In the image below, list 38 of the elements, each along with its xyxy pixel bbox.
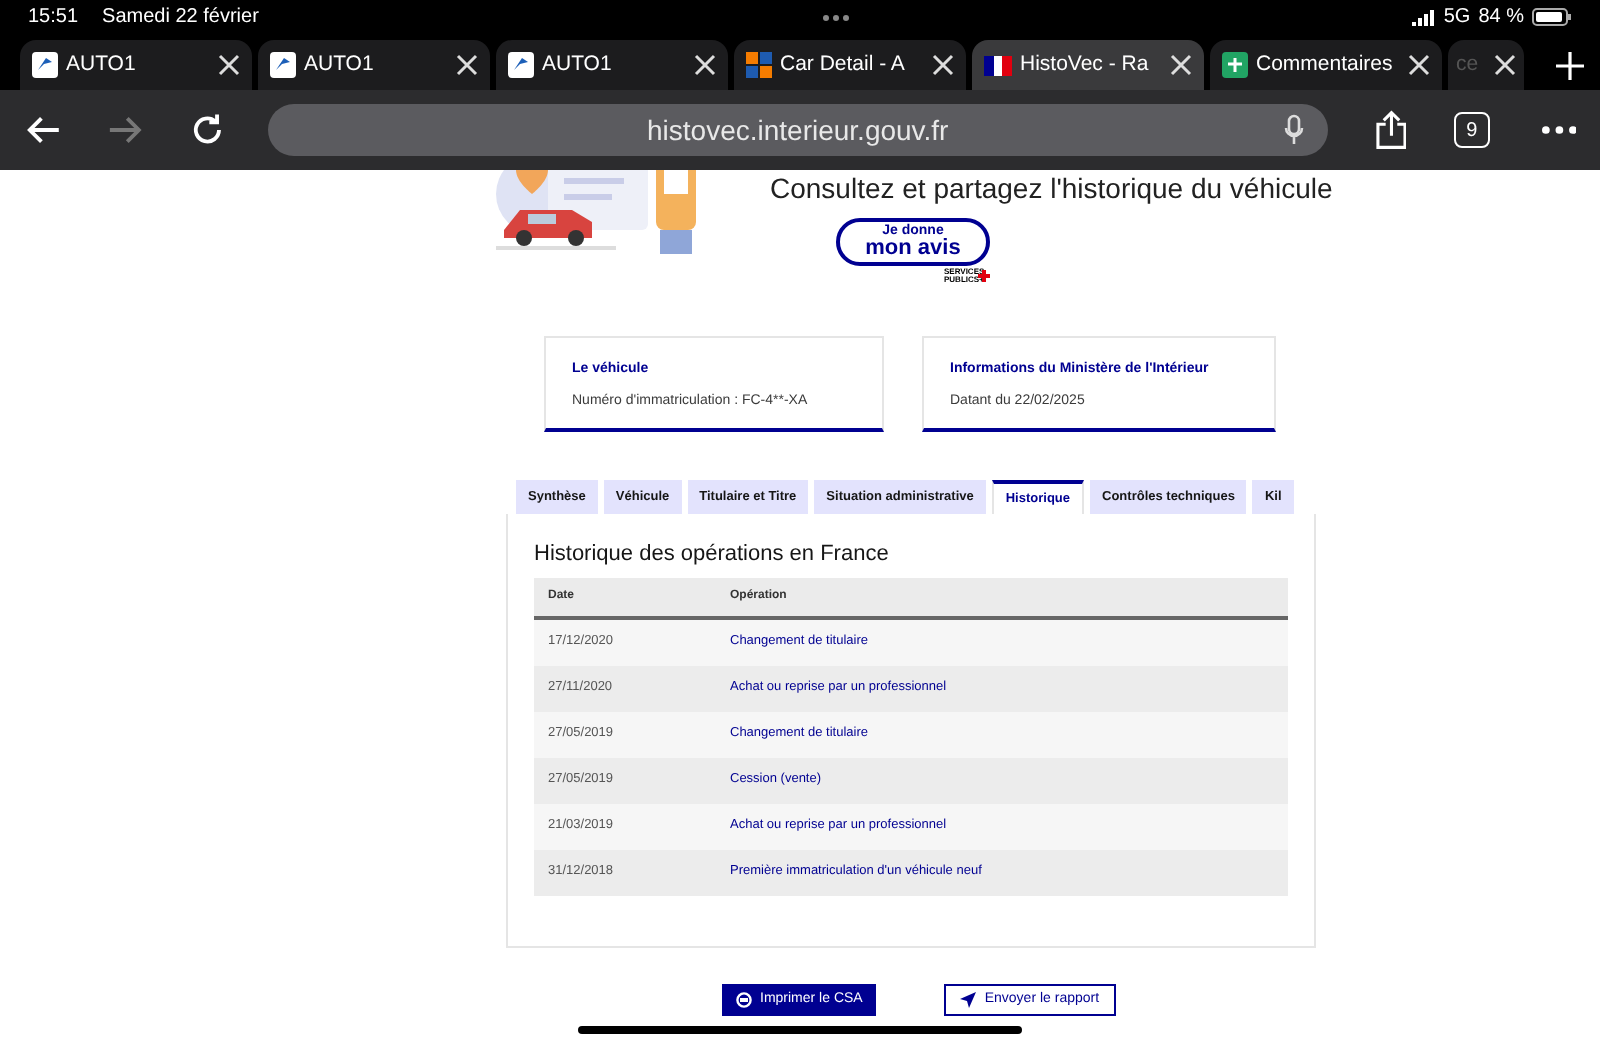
- microphone-icon[interactable]: [1283, 114, 1304, 146]
- reload-icon[interactable]: [189, 112, 225, 148]
- signal-icon: [1411, 9, 1436, 25]
- flag-icon: [984, 55, 1012, 75]
- battery-level: 84 %: [1478, 4, 1524, 32]
- address-bar[interactable]: histovec.interieur.gouv.fr: [268, 104, 1328, 156]
- close-icon[interactable]: [456, 54, 478, 76]
- browser-tab[interactable]: Car Detail - A: [734, 40, 966, 90]
- status-date: Samedi 22 février: [102, 4, 259, 32]
- send-icon: [960, 992, 977, 1008]
- page-heading: Consultez et partagez l'historique du véhicule: [770, 170, 1333, 206]
- squares-logo-icon: [746, 52, 772, 78]
- browser-tab[interactable]: Commentaires: [1210, 40, 1442, 90]
- share-icon[interactable]: [1375, 110, 1407, 150]
- close-icon[interactable]: [1494, 54, 1516, 76]
- arrow-logo-icon: [32, 52, 58, 78]
- close-icon[interactable]: [218, 54, 240, 76]
- browser-tab[interactable]: AUTO1: [496, 40, 728, 90]
- browser-tab[interactable]: AUTO1: [20, 40, 252, 90]
- more-icon[interactable]: [821, 13, 850, 21]
- network-type: 5G: [1443, 4, 1471, 32]
- close-icon[interactable]: [694, 54, 716, 76]
- spreadsheet-icon: [1222, 52, 1248, 78]
- back-icon[interactable]: [24, 114, 63, 146]
- browser-tab[interactable]: HistoVec - Ra: [972, 40, 1204, 90]
- tab-count-button[interactable]: 9: [1454, 112, 1490, 148]
- close-icon[interactable]: [1170, 54, 1192, 76]
- more-icon[interactable]: [1541, 126, 1576, 134]
- forward-icon[interactable]: [106, 114, 146, 146]
- battery-icon: [1532, 8, 1572, 26]
- arrow-logo-icon: [270, 52, 296, 78]
- table-title: Historique des opérations en France: [534, 540, 891, 570]
- new-tab-icon[interactable]: [1556, 52, 1584, 80]
- status-time: 15:51: [28, 4, 79, 32]
- close-icon[interactable]: [1408, 54, 1430, 76]
- close-icon[interactable]: [932, 54, 954, 76]
- arrow-logo-icon: [508, 52, 534, 78]
- browser-tab[interactable]: AUTO1: [258, 40, 490, 90]
